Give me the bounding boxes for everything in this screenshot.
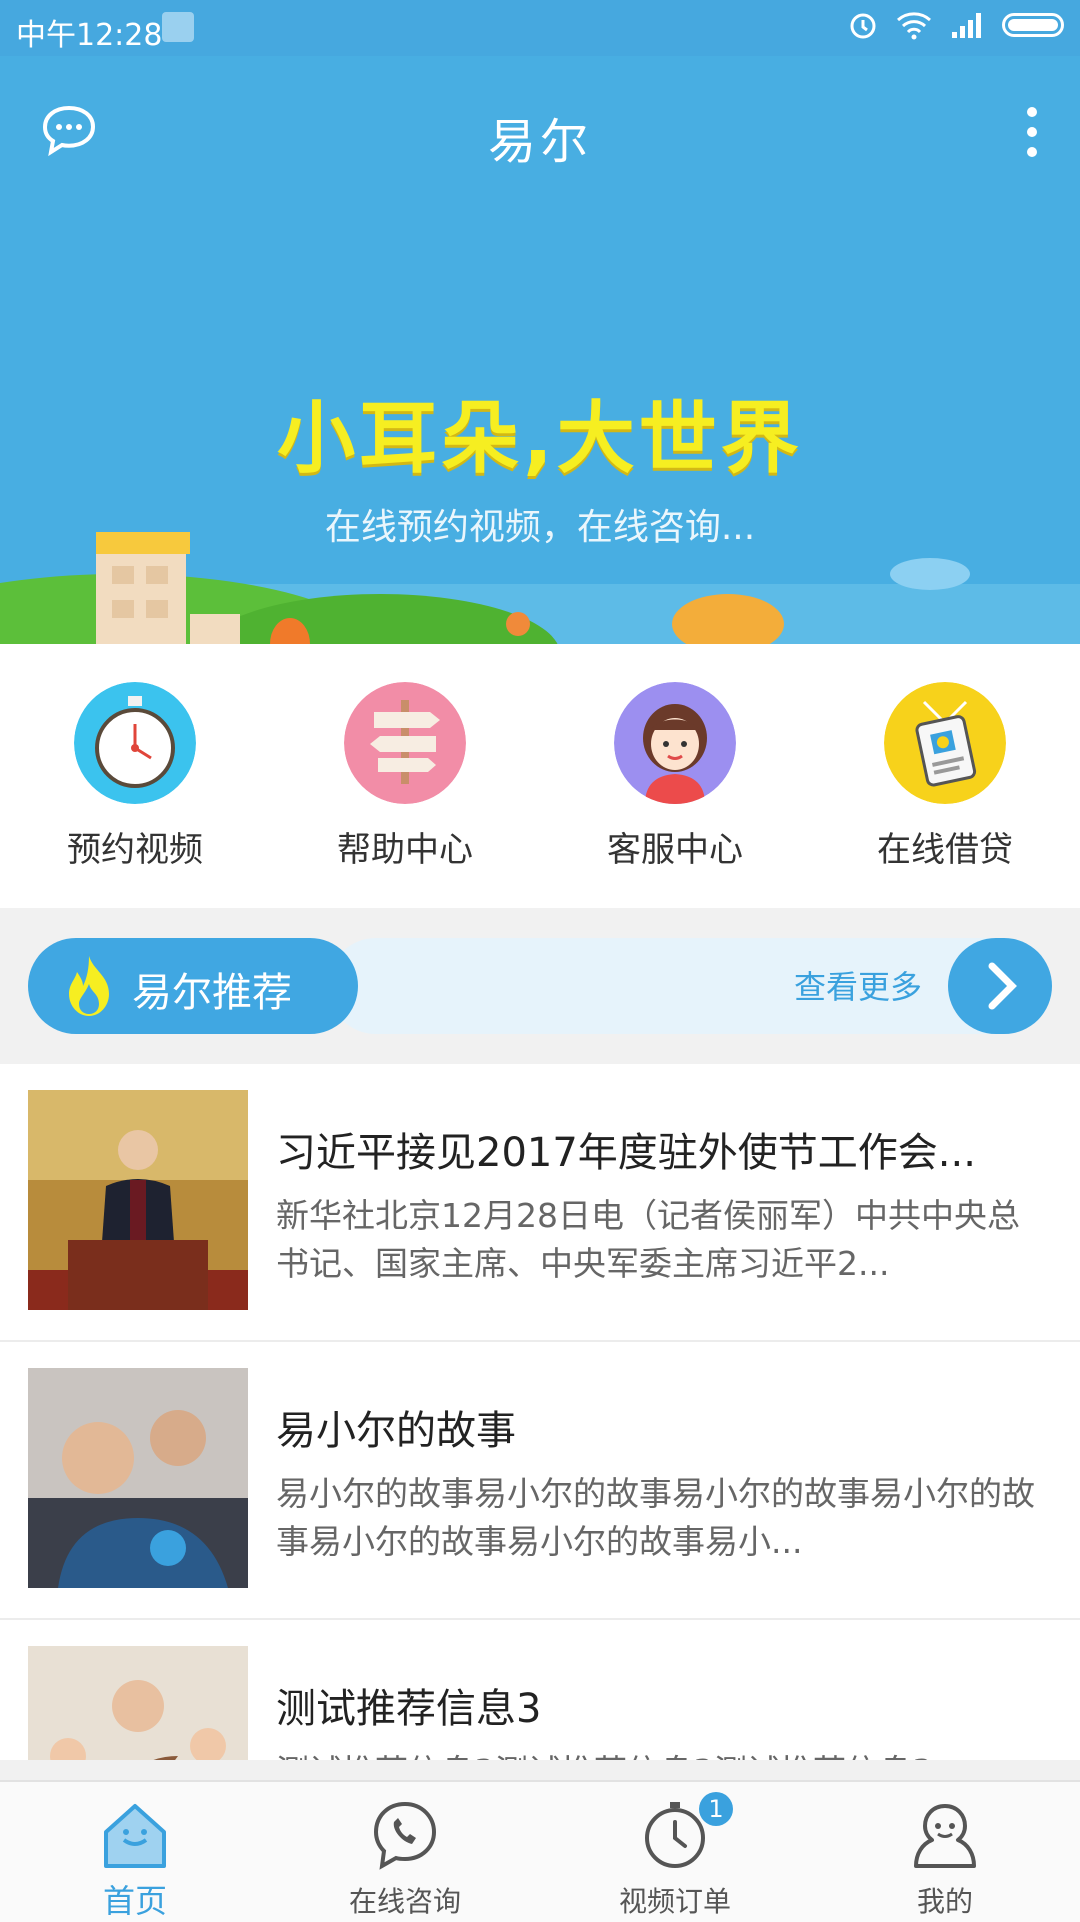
more-options-icon[interactable] bbox=[1020, 104, 1044, 160]
quick-actions: 预约视频 帮助中心 客服中心 在线借贷 bbox=[0, 644, 1080, 908]
person-icon bbox=[914, 1804, 976, 1868]
news-title: 易小尔的故事 bbox=[276, 1408, 516, 1454]
quick-action-label: 帮助中心 bbox=[337, 830, 473, 870]
tab-label: 视频订单 bbox=[618, 1885, 731, 1918]
battery-icon bbox=[1002, 13, 1064, 37]
tab-home[interactable]: 首页 bbox=[0, 1782, 270, 1922]
see-more-button[interactable] bbox=[948, 938, 1052, 1034]
tab-label: 在线咨询 bbox=[348, 1885, 461, 1918]
bottom-tab-bar: 首页 在线咨询 1 视频订单 我的 bbox=[0, 1780, 1080, 1922]
quick-action-label: 在线借贷 bbox=[877, 830, 1013, 870]
tab-consult[interactable]: 在线咨询 bbox=[270, 1782, 540, 1922]
news-description: 测试推荐信息3测试推荐信息3测试推荐信息3 bbox=[276, 1748, 1046, 1760]
status-time: 中午12:28 bbox=[16, 18, 163, 53]
house-icon bbox=[104, 1804, 166, 1868]
news-list: 习近平接见2017年度驻外使节工作会... 新华社北京12月28日电（记者侯丽军… bbox=[0, 1064, 1080, 1760]
news-item[interactable]: 测试推荐信息3 测试推荐信息3测试推荐信息3测试推荐信息3 bbox=[0, 1620, 1080, 1760]
phone-chat-icon bbox=[373, 1801, 437, 1870]
news-thumbnail bbox=[28, 1368, 248, 1588]
tab-video-orders[interactable]: 1 视频订单 bbox=[540, 1782, 810, 1922]
signal-icon bbox=[952, 13, 981, 38]
recommend-header: 易尔推荐 查看更多 bbox=[28, 938, 1052, 1034]
news-description: 易小尔的故事易小尔的故事易小尔的故事易小尔的故事易小尔的故事易小尔的故事易小..… bbox=[276, 1474, 1035, 1561]
stopwatch-icon bbox=[74, 682, 196, 804]
flame-icon bbox=[69, 956, 109, 1016]
tab-mine[interactable]: 我的 bbox=[810, 1782, 1080, 1922]
status-icons bbox=[848, 10, 1064, 40]
recommend-pill bbox=[328, 938, 1052, 1034]
see-more-link[interactable]: 查看更多 bbox=[794, 962, 922, 1008]
quick-action-label: 客服中心 bbox=[607, 830, 743, 870]
customer-service-girl-icon bbox=[614, 682, 736, 804]
news-title: 习近平接见2017年度驻外使节工作会... bbox=[276, 1130, 976, 1176]
orders-badge: 1 bbox=[699, 1792, 733, 1826]
app-title: 易尔 bbox=[487, 114, 592, 170]
quick-action-help-center[interactable]: 帮助中心 bbox=[270, 644, 540, 908]
tab-label: 首页 bbox=[102, 1882, 167, 1920]
recommend-title: 易尔推荐 bbox=[132, 970, 292, 1016]
news-item[interactable]: 易小尔的故事 易小尔的故事易小尔的故事易小尔的故事易小尔的故事易小尔的故事易小尔… bbox=[0, 1342, 1080, 1620]
quick-action-book-video[interactable]: 预约视频 bbox=[0, 644, 270, 908]
banner-landscape-illustration bbox=[0, 532, 1080, 644]
alarm-icon bbox=[850, 13, 876, 39]
news-item[interactable]: 习近平接见2017年度驻外使节工作会... 新华社北京12月28日电（记者侯丽军… bbox=[0, 1064, 1080, 1342]
news-thumbnail bbox=[28, 1646, 248, 1760]
header-banner: 易尔 小耳朵,大世界 在线预约视频，在线咨询... bbox=[0, 56, 1080, 644]
quick-action-label: 预约视频 bbox=[67, 830, 203, 870]
chevron-right-icon bbox=[988, 962, 1017, 1010]
id-badge-icon bbox=[884, 682, 1006, 804]
tab-label: 我的 bbox=[916, 1885, 973, 1918]
quick-action-customer-service[interactable]: 客服中心 bbox=[540, 644, 810, 908]
status-bar: 中午12:28 bbox=[0, 0, 1080, 56]
banner-slogan: 小耳朵,大世界 bbox=[277, 394, 803, 484]
wifi-icon bbox=[897, 12, 931, 40]
quick-action-online-loan[interactable]: 在线借贷 bbox=[810, 644, 1080, 908]
signpost-icon bbox=[344, 682, 466, 804]
news-title: 测试推荐信息3 bbox=[276, 1686, 542, 1732]
news-thumbnail bbox=[28, 1090, 248, 1310]
news-description: 新华社北京12月28日电（记者侯丽军）中共中央总书记、国家主席、中央军委主席习近… bbox=[276, 1196, 1020, 1283]
notification-icon bbox=[162, 12, 194, 42]
